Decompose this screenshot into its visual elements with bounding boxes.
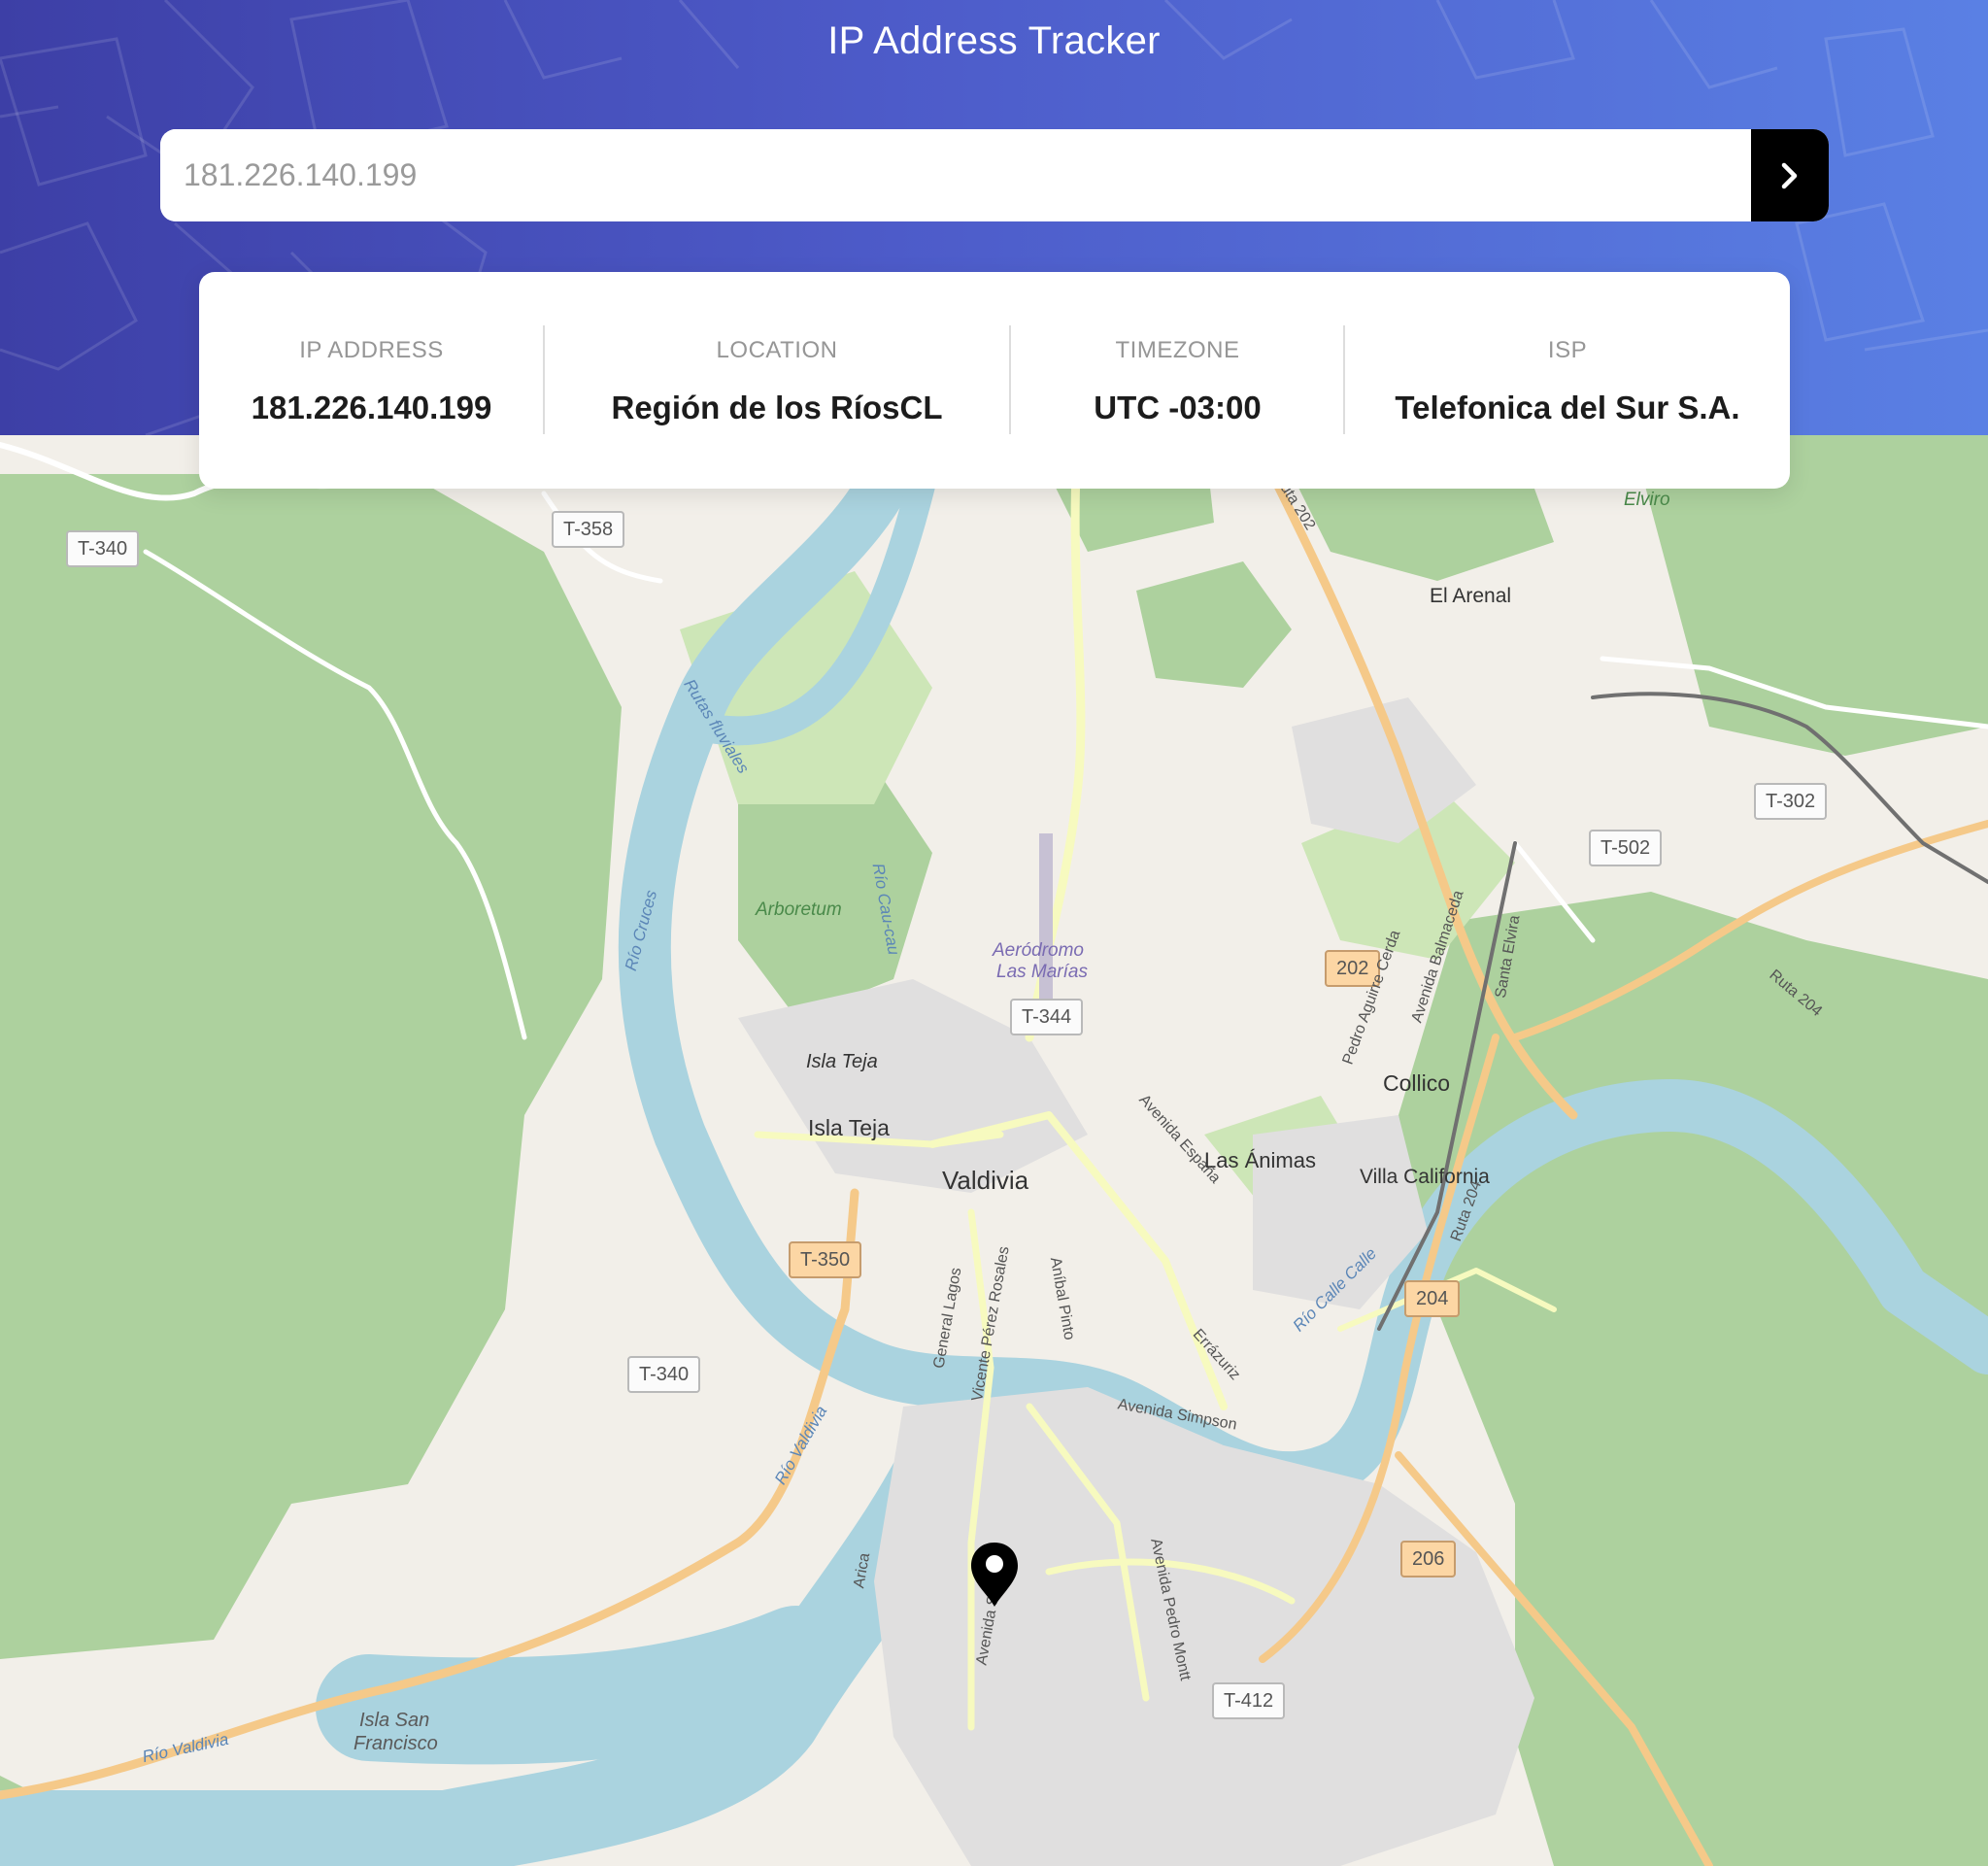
search-bar — [160, 129, 1829, 221]
location-panel: LOCATION Región de los RíosCL — [545, 325, 1009, 434]
road-shield: T-340 — [627, 1356, 701, 1393]
isp-value: Telefonica del Sur S.A. — [1395, 390, 1740, 425]
place-label: Arboretum — [756, 899, 842, 920]
place-label: Elviro — [1624, 490, 1670, 510]
place-label: Aeródromo — [993, 940, 1084, 961]
place-label: El Arenal — [1430, 585, 1512, 607]
timezone-value: UTC -03:00 — [1094, 390, 1262, 425]
place-label: Isla Teja — [806, 1051, 878, 1072]
chevron-right-icon — [1781, 162, 1798, 188]
place-label: Valdivia — [942, 1166, 1029, 1195]
road-shield: T-358 — [552, 511, 625, 548]
road-shield: T-412 — [1212, 1682, 1286, 1719]
ip-address-panel: IP ADDRESS 181.226.140.199 — [199, 325, 544, 434]
location-pin-icon[interactable] — [969, 1541, 1020, 1609]
road-shield: 204 — [1404, 1280, 1461, 1317]
place-label: Isla San — [359, 1710, 430, 1731]
ip-address-label: IP ADDRESS — [299, 337, 444, 363]
timezone-label: TIMEZONE — [1115, 337, 1240, 363]
place-label: Las Marías — [996, 962, 1088, 982]
road-shield: T-340 — [66, 530, 140, 567]
road-shield: T-350 — [789, 1241, 862, 1278]
isp-panel: ISP Telefonica del Sur S.A. — [1345, 325, 1790, 434]
location-value: Región de los RíosCL — [611, 390, 943, 425]
app-title: IP Address Tracker — [827, 19, 1161, 62]
search-submit-button[interactable] — [1751, 129, 1829, 221]
place-label: Collico — [1383, 1070, 1451, 1096]
location-label: LOCATION — [716, 337, 838, 363]
ip-address-value: 181.226.140.199 — [251, 390, 492, 425]
ip-info-card: IP ADDRESS 181.226.140.199 LOCATION Regi… — [199, 272, 1790, 489]
place-label: Isla Teja — [808, 1115, 890, 1140]
isp-label: ISP — [1547, 337, 1588, 363]
place-label: Las Ánimas — [1204, 1148, 1316, 1172]
place-label: Francisco — [354, 1733, 438, 1754]
ip-search-input[interactable] — [160, 129, 1751, 221]
map-view[interactable]: T-340 T-358 T-302 T-502 202 T-344 T-350 … — [0, 435, 1988, 1866]
road-shield: 206 — [1400, 1541, 1457, 1578]
road-shield: T-344 — [1010, 999, 1084, 1035]
road-shield: T-502 — [1589, 830, 1663, 866]
map-tiles — [0, 435, 1988, 1866]
timezone-panel: TIMEZONE UTC -03:00 — [1011, 325, 1344, 434]
road-shield: T-302 — [1754, 783, 1828, 820]
